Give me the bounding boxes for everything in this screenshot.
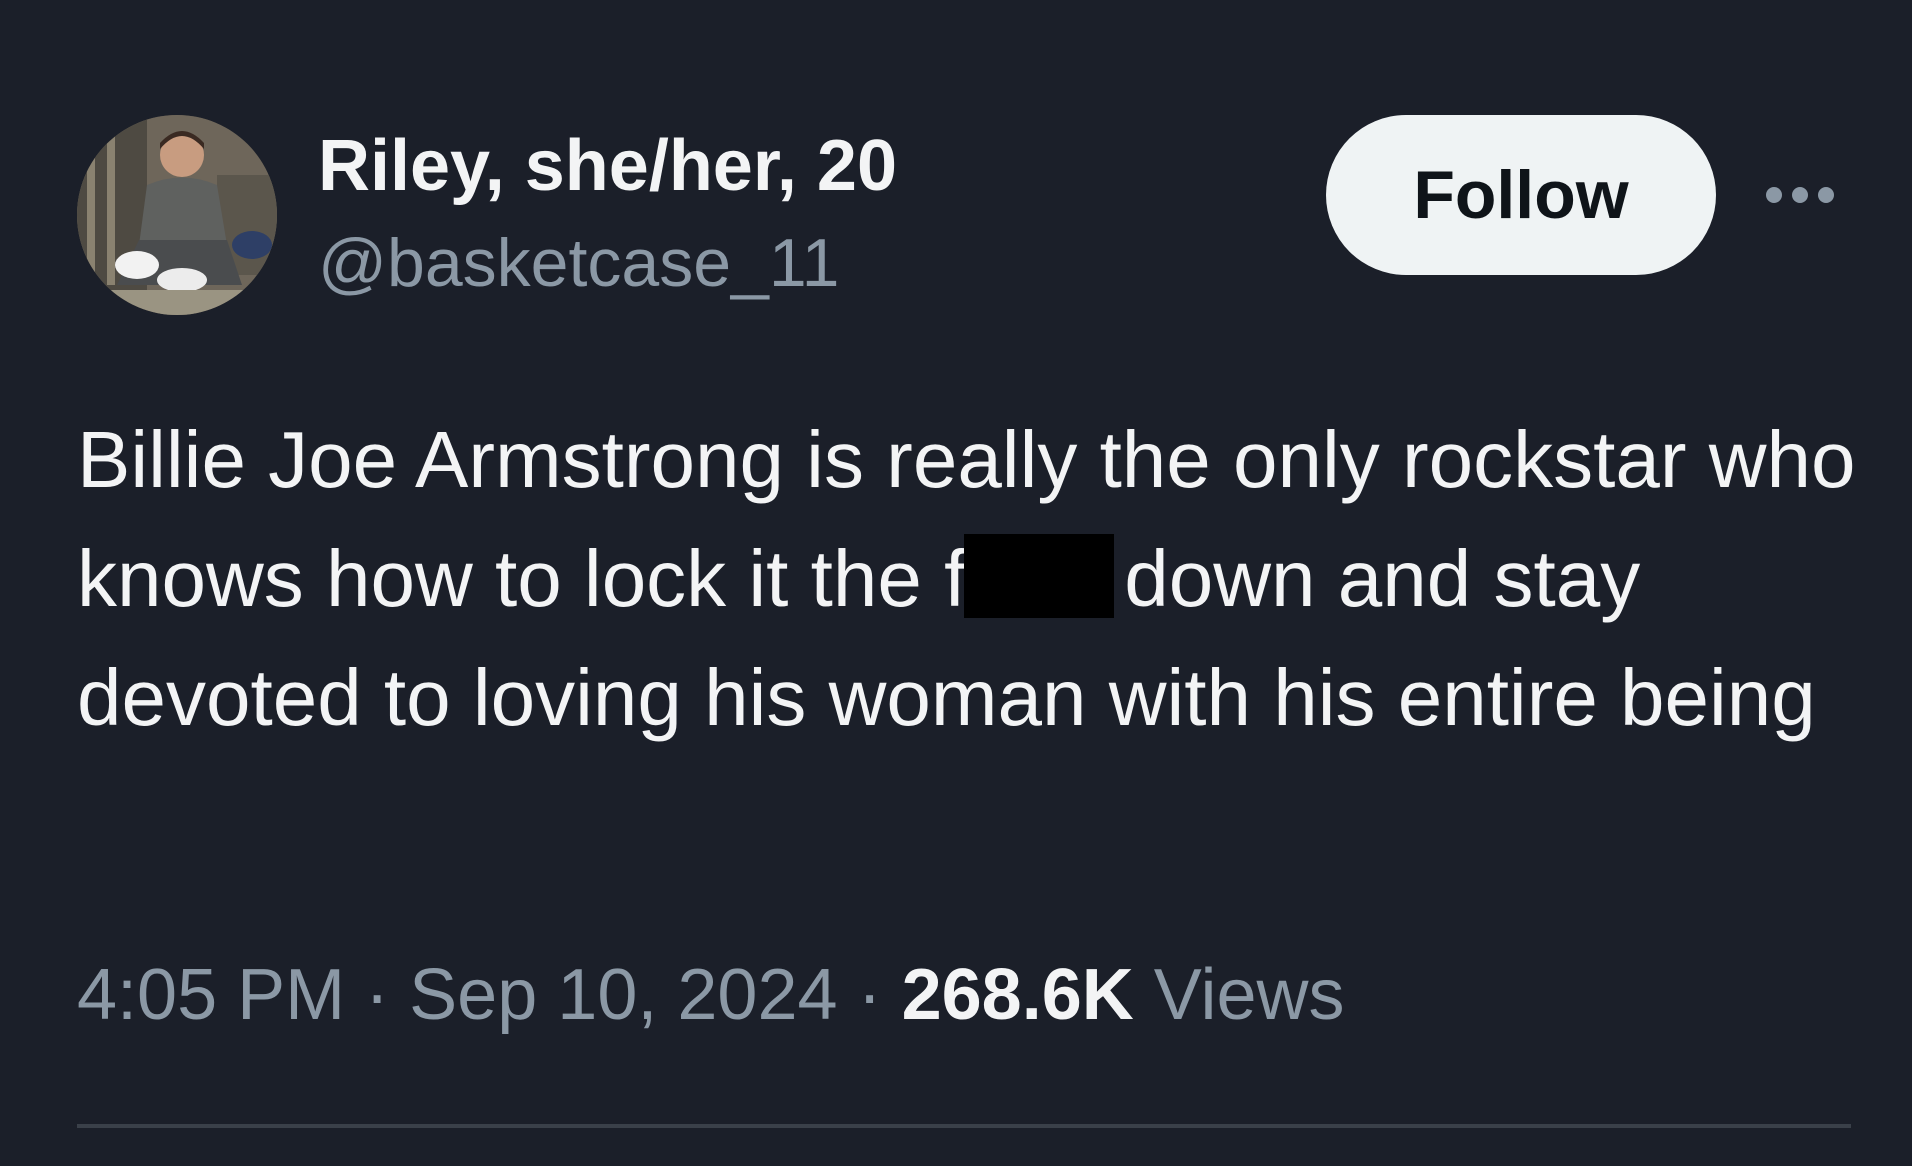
- author-handle[interactable]: @basketcase_11: [318, 222, 839, 304]
- avatar[interactable]: [77, 115, 277, 315]
- more-options-button[interactable]: [1762, 170, 1838, 220]
- meta-separator-1: ·: [365, 955, 390, 1035]
- tweet-text: Billie Joe Armstrong is really the only …: [77, 400, 1857, 757]
- avatar-photo: [77, 115, 277, 315]
- divider: [77, 1124, 1851, 1128]
- tweet-meta: 4:05 PM · Sep 10, 2024 · 268.6K Views: [77, 950, 1345, 1040]
- more-horizontal-icon: [1766, 187, 1834, 203]
- meta-separator-2: ·: [857, 955, 882, 1035]
- redaction-box: [964, 534, 1115, 618]
- tweet-date[interactable]: Sep 10, 2024: [409, 955, 837, 1035]
- tweet-time[interactable]: 4:05 PM: [77, 955, 345, 1035]
- follow-button[interactable]: Follow: [1326, 115, 1716, 275]
- tweet-card: Riley, she/her, 20 @basketcase_11 Follow…: [0, 0, 1912, 1166]
- views-label: Views: [1153, 955, 1345, 1035]
- views-count[interactable]: 268.6K: [902, 955, 1134, 1035]
- author-name[interactable]: Riley, she/her, 20: [318, 123, 897, 209]
